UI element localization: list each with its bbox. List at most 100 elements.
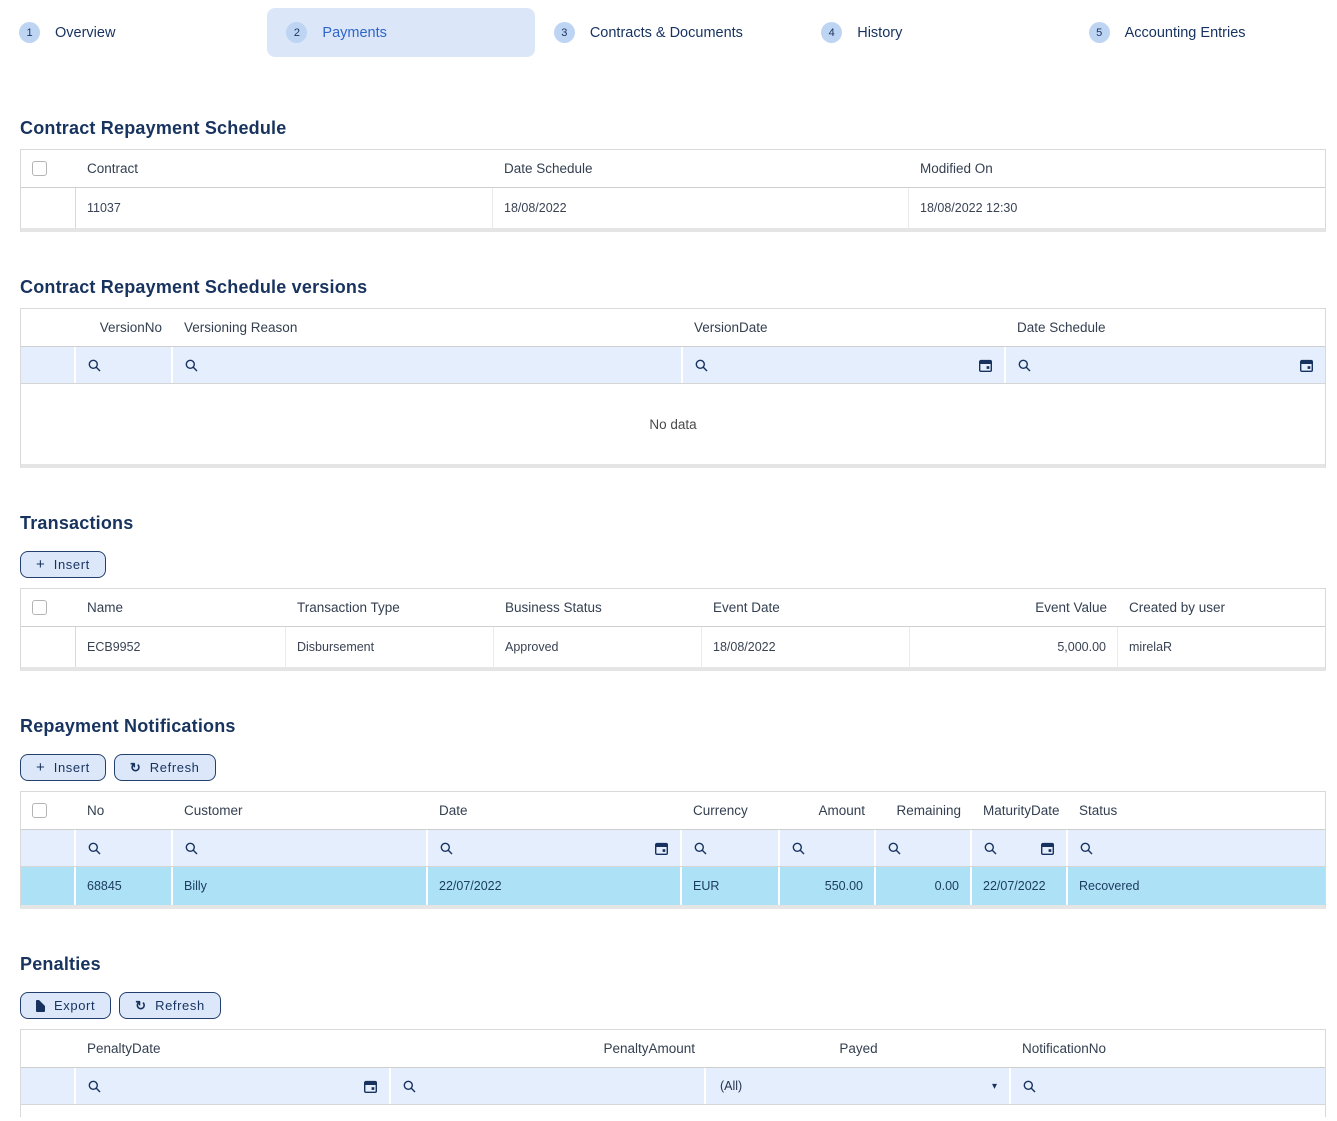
- cell-currency: EUR: [682, 867, 780, 905]
- filter-versiondate[interactable]: [683, 347, 1006, 383]
- tab-number-badge: 2: [286, 22, 307, 43]
- column-header-date-schedule[interactable]: Date Schedule: [493, 150, 909, 187]
- column-header-maturitydate[interactable]: MaturityDate: [972, 792, 1068, 829]
- export-button[interactable]: Export: [20, 992, 111, 1019]
- filter-penaltyamount[interactable]: [391, 1068, 706, 1104]
- search-icon: [185, 842, 198, 855]
- filter-versioning-reason[interactable]: [173, 347, 683, 383]
- contract-repayment-schedule-table: Contract Date Schedule Modified On 11037…: [20, 149, 1326, 232]
- column-header-modified-on[interactable]: Modified On: [909, 150, 1325, 187]
- cell-event-value: 5,000.00: [910, 627, 1118, 667]
- cell-contract: 11037: [76, 188, 493, 228]
- column-header-remaining[interactable]: Remaining: [876, 792, 972, 829]
- filter-no[interactable]: [76, 830, 173, 866]
- filter-currency[interactable]: [682, 830, 780, 866]
- column-header-name[interactable]: Name: [76, 589, 286, 626]
- column-header-status[interactable]: Status: [1068, 792, 1325, 829]
- calendar-icon[interactable]: [655, 842, 668, 855]
- search-icon: [88, 1080, 101, 1093]
- column-header-notificationno[interactable]: NotificationNo: [1011, 1030, 1325, 1067]
- filter-customer[interactable]: [173, 830, 428, 866]
- filter-remaining[interactable]: [876, 830, 972, 866]
- insert-button-label: Insert: [54, 557, 90, 572]
- search-icon: [440, 842, 453, 855]
- column-header-payed[interactable]: Payed: [706, 1030, 1011, 1067]
- column-header-date[interactable]: Date: [428, 792, 682, 829]
- search-icon: [984, 842, 997, 855]
- transactions-table: Name Transaction Type Business Status Ev…: [20, 588, 1326, 671]
- cell-name: ECB9952: [76, 627, 286, 667]
- column-header-created-by-user[interactable]: Created by user: [1118, 589, 1325, 626]
- filter-penaltydate[interactable]: [76, 1068, 391, 1104]
- table-row-selected[interactable]: 68845 Billy 22/07/2022 EUR 550.00 0.00 2…: [21, 867, 1325, 905]
- tab-history[interactable]: 4 History: [802, 8, 1069, 57]
- filter-empty-cell: [21, 1068, 76, 1104]
- penalties-table: PenaltyDate PenaltyAmount Payed Notifica…: [20, 1029, 1326, 1117]
- calendar-icon[interactable]: [979, 359, 992, 372]
- calendar-icon[interactable]: [1300, 359, 1313, 372]
- refresh-button[interactable]: ↻ Refresh: [119, 992, 221, 1019]
- column-header-penaltyamount[interactable]: PenaltyAmount: [391, 1030, 706, 1067]
- filter-amount[interactable]: [780, 830, 876, 866]
- dropdown-caret-icon: ▾: [992, 1081, 997, 1092]
- cell-transaction-type: Disbursement: [286, 627, 494, 667]
- select-all-checkbox[interactable]: [32, 803, 47, 818]
- cell-no: 68845: [76, 867, 173, 905]
- search-icon: [88, 842, 101, 855]
- filter-empty-cell: [21, 830, 76, 866]
- search-icon: [1018, 359, 1031, 372]
- filter-payed-select[interactable]: (All) ▾: [706, 1068, 1011, 1104]
- column-header-business-status[interactable]: Business Status: [494, 589, 702, 626]
- column-header-versionno[interactable]: VersionNo: [76, 309, 173, 346]
- column-header-penaltydate[interactable]: PenaltyDate: [76, 1030, 391, 1067]
- insert-button[interactable]: + Insert: [20, 551, 106, 578]
- column-header-customer[interactable]: Customer: [173, 792, 428, 829]
- tab-overview[interactable]: 1 Overview: [0, 8, 267, 57]
- tab-bar: 1 Overview 2 Payments 3 Contracts & Docu…: [0, 8, 1337, 57]
- refresh-button[interactable]: ↻ Refresh: [114, 754, 216, 781]
- column-header-versioning-reason[interactable]: Versioning Reason: [173, 309, 683, 346]
- column-header-event-date[interactable]: Event Date: [702, 589, 910, 626]
- column-header-currency[interactable]: Currency: [682, 792, 780, 829]
- filter-date-schedule[interactable]: [1006, 347, 1325, 383]
- table-row[interactable]: ECB9952 Disbursement Approved 18/08/2022…: [21, 627, 1325, 667]
- calendar-icon[interactable]: [1041, 842, 1054, 855]
- table-row[interactable]: 11037 18/08/2022 18/08/2022 12:30: [21, 188, 1325, 228]
- filter-status[interactable]: [1068, 830, 1325, 866]
- insert-button[interactable]: + Insert: [20, 754, 106, 781]
- section-title-repayment-notifications: Repayment Notifications: [20, 716, 1337, 737]
- filter-maturitydate[interactable]: [972, 830, 1068, 866]
- cell-created-by-user: mirelaR: [1118, 627, 1325, 667]
- filter-row: [21, 830, 1325, 867]
- filter-versionno[interactable]: [76, 347, 173, 383]
- filter-notificationno[interactable]: [1011, 1068, 1325, 1104]
- column-header-versiondate[interactable]: VersionDate: [683, 309, 1006, 346]
- cell-status: Recovered: [1068, 867, 1325, 905]
- refresh-icon: ↻: [130, 760, 141, 776]
- tab-accounting-entries[interactable]: 5 Accounting Entries: [1070, 8, 1337, 57]
- column-header-event-value[interactable]: Event Value: [910, 589, 1118, 626]
- select-all-checkbox[interactable]: [32, 161, 47, 176]
- clipped-row: [21, 1105, 1325, 1117]
- select-all-checkbox[interactable]: [32, 600, 47, 615]
- tab-payments[interactable]: 2 Payments: [267, 8, 534, 57]
- search-icon: [695, 359, 708, 372]
- column-header-transaction-type[interactable]: Transaction Type: [286, 589, 494, 626]
- select-all-cell: [21, 150, 76, 187]
- column-header-amount[interactable]: Amount: [780, 792, 876, 829]
- row-checkbox-cell: [21, 627, 76, 667]
- search-icon: [185, 359, 198, 372]
- no-data-message: No data: [21, 384, 1325, 464]
- tab-number-badge: 5: [1089, 22, 1110, 43]
- payed-filter-value: (All): [720, 1079, 742, 1093]
- column-header-date-schedule[interactable]: Date Schedule: [1006, 309, 1325, 346]
- calendar-icon[interactable]: [364, 1080, 377, 1093]
- tab-contracts-documents[interactable]: 3 Contracts & Documents: [535, 8, 802, 57]
- filter-date[interactable]: [428, 830, 682, 866]
- empty-header-cell: [21, 1030, 76, 1067]
- export-file-icon: [36, 1000, 45, 1012]
- column-header-no[interactable]: No: [76, 792, 173, 829]
- tab-label: Accounting Entries: [1125, 25, 1246, 41]
- column-header-contract[interactable]: Contract: [76, 150, 493, 187]
- tab-label: Payments: [322, 25, 386, 41]
